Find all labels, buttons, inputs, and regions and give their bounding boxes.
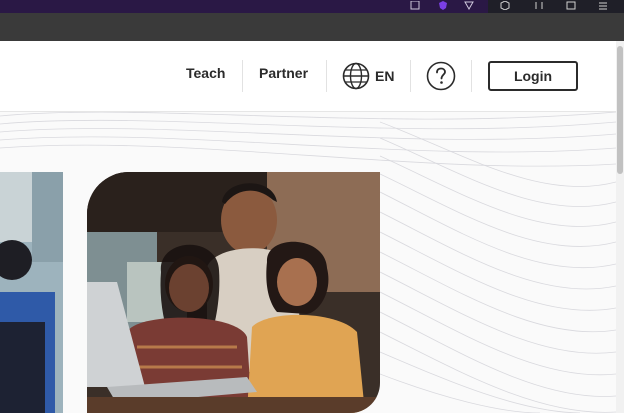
students-laptop-photo <box>87 172 380 413</box>
window-icon[interactable] <box>566 1 576 10</box>
nav-divider <box>242 60 243 92</box>
square-icon[interactable] <box>410 1 420 10</box>
site-header: Teach Partner EN Login <box>0 41 616 112</box>
language-selector[interactable]: EN <box>342 60 394 92</box>
browser-toolbar-right <box>488 0 624 13</box>
puzzle-icon[interactable] <box>534 1 544 10</box>
language-code: EN <box>375 68 395 84</box>
question-circle-icon[interactable] <box>426 61 456 91</box>
login-button[interactable]: Login <box>488 61 578 91</box>
nav-divider <box>410 60 411 92</box>
browser-top-bar <box>0 0 624 13</box>
nav-divider <box>326 60 327 92</box>
globe-icon <box>342 62 370 90</box>
nav-teach-link[interactable]: Teach <box>186 65 225 81</box>
pocket-icon[interactable] <box>464 1 474 10</box>
page-scrollbar-thumb[interactable] <box>617 46 623 174</box>
menu-icon[interactable] <box>598 1 608 10</box>
nav-partner-link[interactable]: Partner <box>259 65 308 81</box>
nav-divider <box>471 60 472 92</box>
hero-section <box>0 112 616 413</box>
cube-icon[interactable] <box>500 1 510 10</box>
browser-tab-strip <box>0 13 624 41</box>
student-photo-partial <box>0 172 63 413</box>
shield-extension-icon[interactable] <box>438 1 448 10</box>
